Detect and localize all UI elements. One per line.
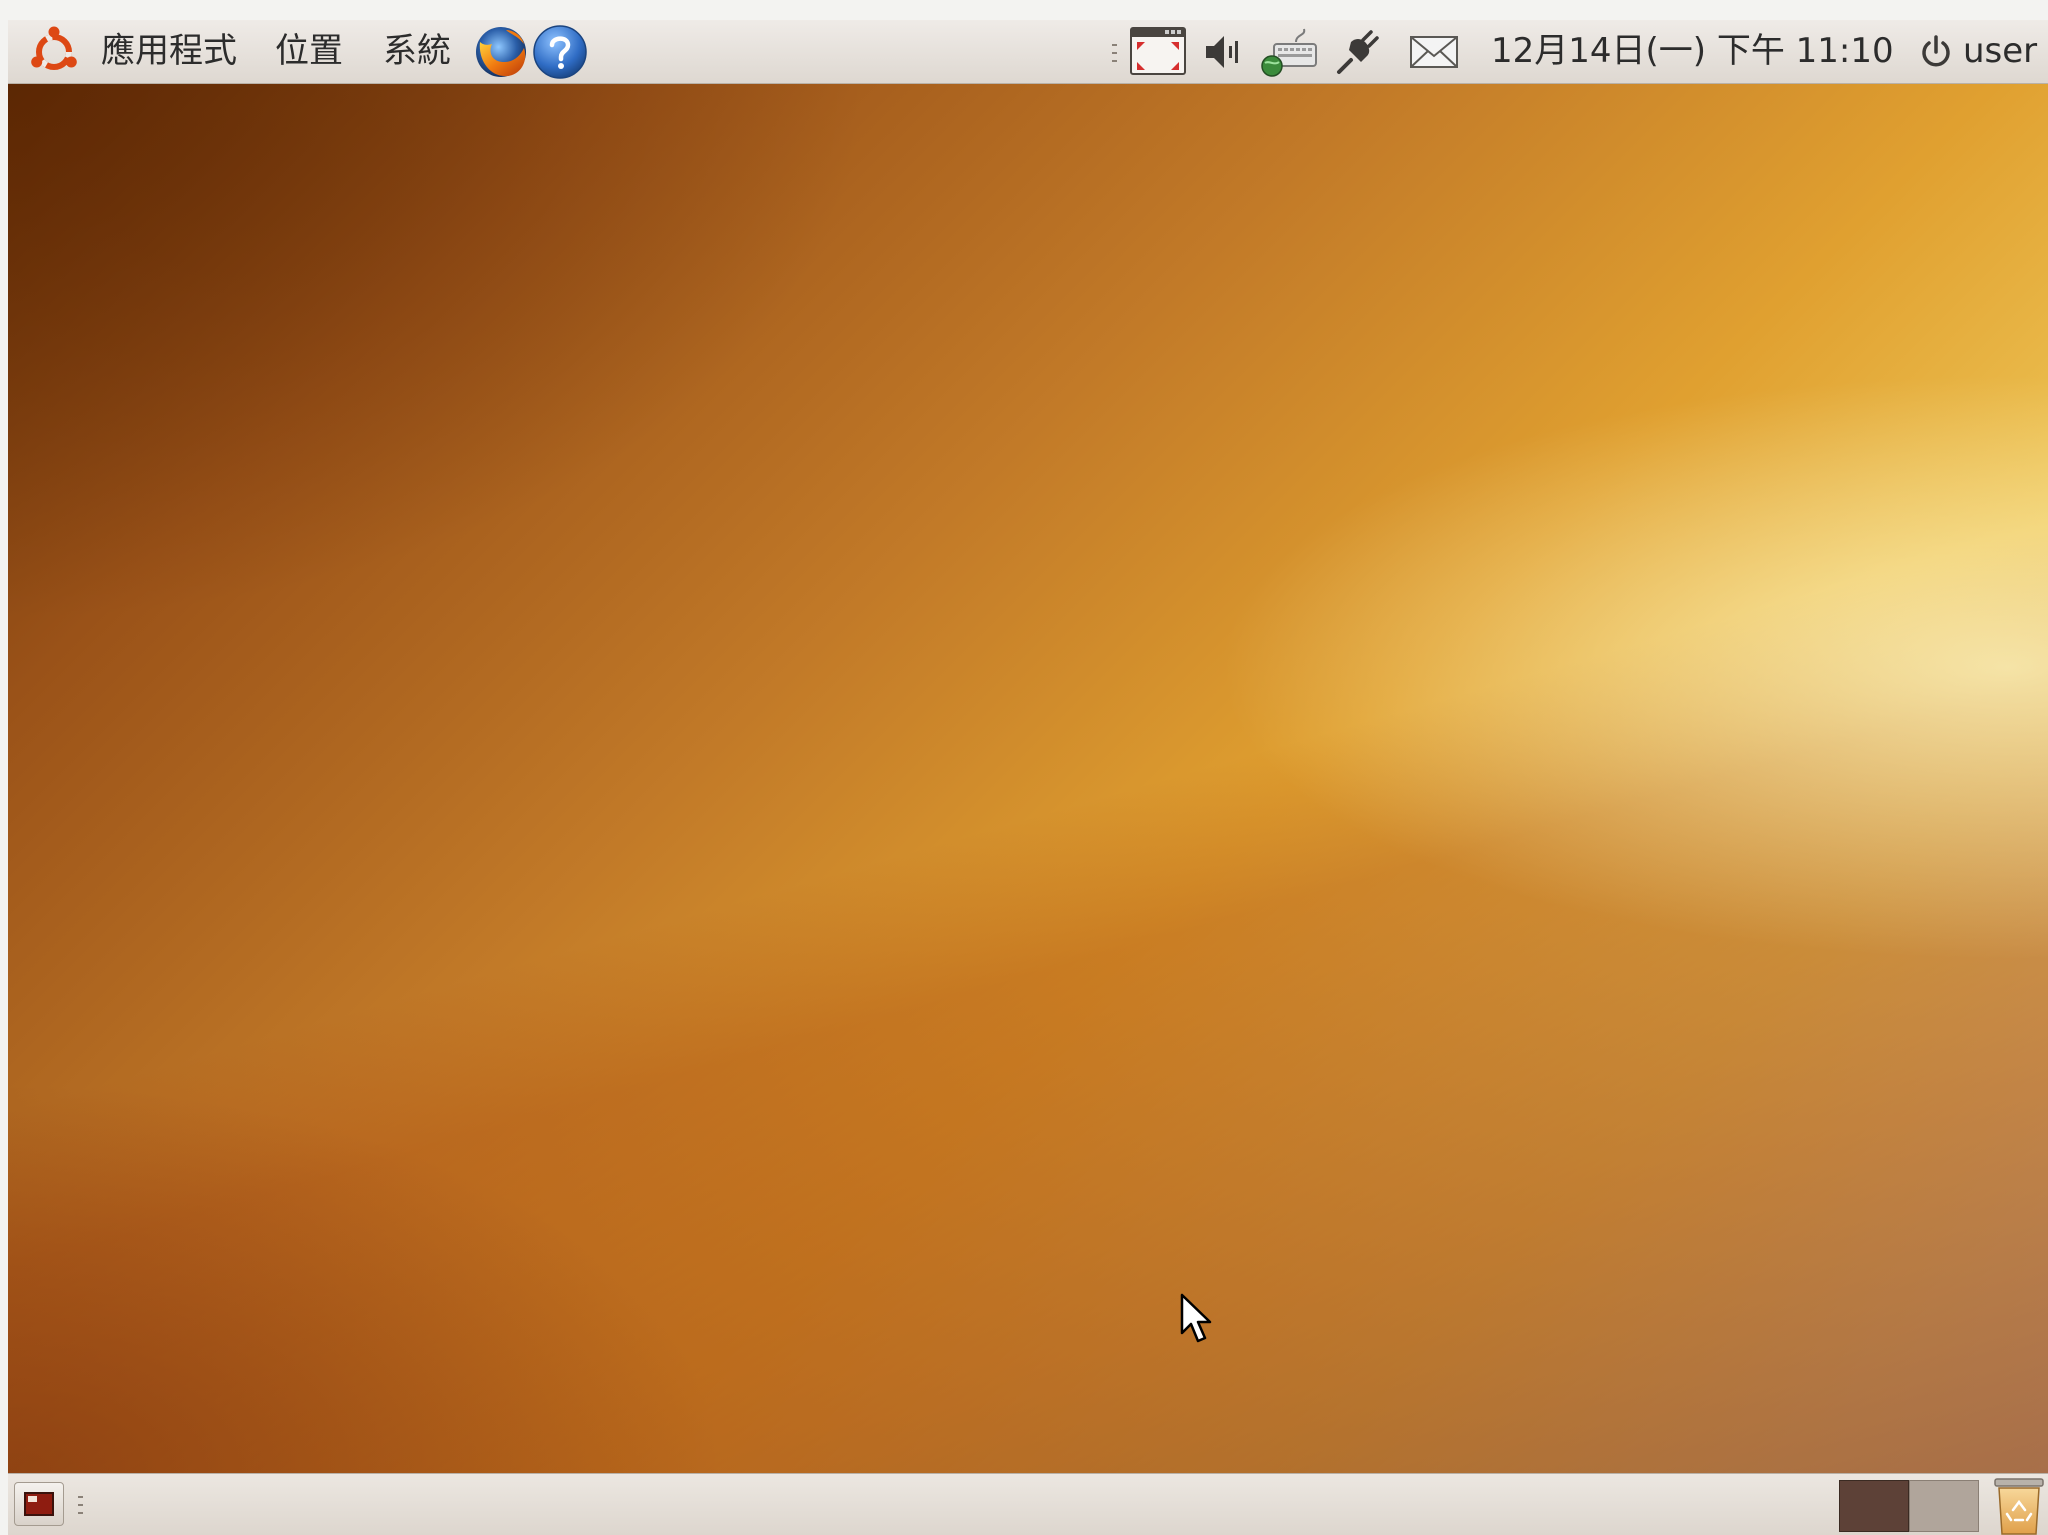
network-icon[interactable] [1260, 26, 1320, 78]
wallpaper-vignette [8, 84, 2048, 1473]
menu-system[interactable]: 系統 [383, 30, 451, 72]
show-desktop-button[interactable] [14, 1482, 64, 1526]
workspace-2[interactable] [1909, 1480, 1979, 1532]
firefox-icon[interactable] [470, 22, 530, 82]
mouse-cursor-icon [1180, 1293, 1216, 1349]
menu-applications[interactable]: 應用程式 [101, 30, 237, 72]
bottom-panel [8, 1473, 2048, 1535]
screen: 應用程式 位置 系統 12月14日(一) 下午 11:10 user [0, 0, 2048, 1535]
power-icon[interactable] [1918, 34, 1954, 70]
trash-icon[interactable] [1991, 1476, 2047, 1535]
panel-handle[interactable] [76, 1494, 84, 1516]
top-panel: 應用程式 位置 系統 12月14日(一) 下午 11:10 user [8, 20, 2048, 84]
show-desktop-icon [24, 1492, 54, 1516]
workspace-1[interactable] [1839, 1480, 1909, 1532]
power-plug-icon[interactable] [1333, 28, 1383, 76]
panel-handle[interactable] [1110, 42, 1118, 64]
mail-icon[interactable] [1408, 32, 1460, 72]
volume-icon[interactable] [1202, 30, 1246, 74]
ubuntu-logo-icon[interactable] [28, 26, 80, 78]
show-windows-icon[interactable] [1129, 26, 1187, 76]
help-icon[interactable] [532, 24, 588, 80]
user-name[interactable]: user [1963, 30, 2037, 72]
clock[interactable]: 12月14日(一) 下午 11:10 [1491, 30, 1894, 72]
menu-places[interactable]: 位置 [275, 30, 343, 72]
desktop[interactable] [8, 84, 2048, 1473]
